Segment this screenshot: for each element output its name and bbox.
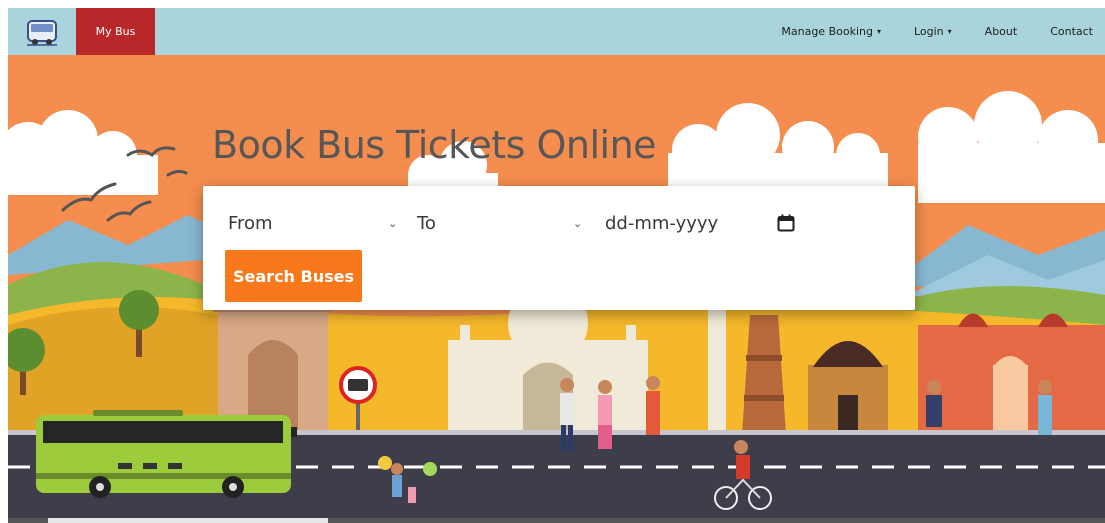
bus-logo-icon[interactable] [8, 8, 76, 55]
from-placeholder: From [228, 212, 273, 234]
search-form: From ⌄ To ⌄ dd-mm-yyyy Search Buses [203, 186, 915, 310]
search-buses-button[interactable]: Search Buses [225, 250, 362, 302]
to-placeholder: To [417, 212, 436, 234]
scrollbar-thumb[interactable] [48, 518, 328, 523]
chevron-down-icon: ⌄ [388, 216, 398, 230]
contact-link[interactable]: Contact [1050, 25, 1093, 38]
to-select[interactable]: To ⌄ [417, 208, 589, 238]
india-gate [213, 300, 333, 435]
chevron-down-icon: ⌄ [573, 216, 583, 230]
hero-title: Book Bus Tickets Online [212, 123, 657, 167]
red-fort [918, 313, 1105, 435]
brand-link[interactable]: My Bus [76, 8, 155, 55]
about-label: About [984, 25, 1018, 38]
contact-label: Contact [1050, 25, 1093, 38]
from-select[interactable]: From ⌄ [228, 208, 400, 238]
green-bus [36, 410, 297, 498]
about-link[interactable]: About [985, 25, 1018, 38]
date-placeholder: dd-mm-yyyy [605, 212, 719, 234]
login-menu[interactable]: Login ▾ [914, 25, 952, 38]
caret-down-icon: ▾ [876, 27, 881, 36]
top-navbar: My Bus Manage Booking ▾ Login ▾ About Co… [8, 8, 1105, 55]
caret-down-icon: ▾ [947, 27, 952, 36]
calendar-icon[interactable] [777, 214, 795, 237]
nav-menu: Manage Booking ▾ Login ▾ About Contact [748, 8, 1105, 55]
login-label: Login [913, 25, 944, 38]
date-input[interactable]: dd-mm-yyyy [605, 208, 805, 238]
manage-booking-menu[interactable]: Manage Booking ▾ [781, 25, 881, 38]
manage-booking-label: Manage Booking [781, 25, 873, 38]
horizontal-scrollbar[interactable] [8, 518, 1105, 523]
